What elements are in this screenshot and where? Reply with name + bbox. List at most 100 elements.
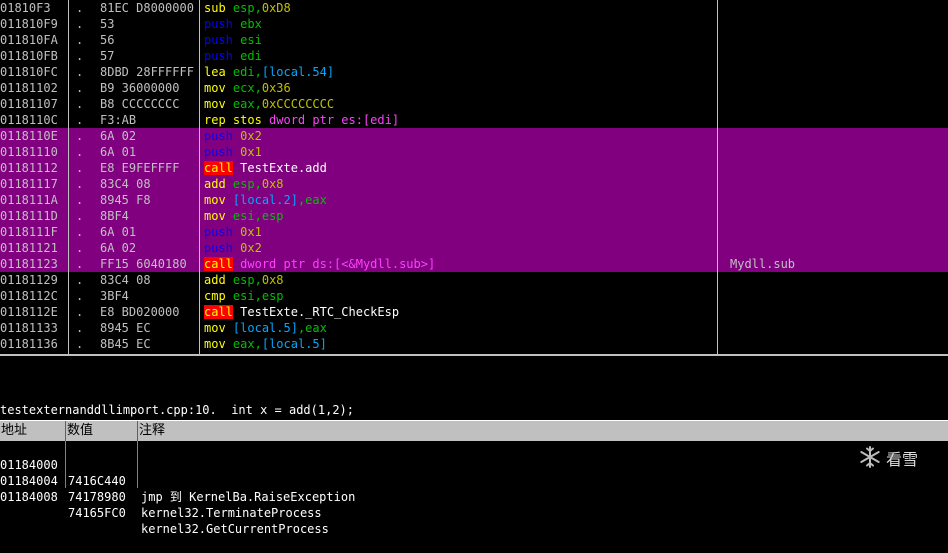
- dump-header-comment[interactable]: 注释: [138, 421, 947, 441]
- instruction-bytes: 56: [100, 33, 115, 47]
- column-divider-comment: [717, 0, 718, 354]
- dump-row[interactable]: 01184008 74165FC0 kernel32.GetCurrentPro…: [0, 473, 329, 536]
- instruction-address: 01810F3: [0, 1, 51, 15]
- disasm-row[interactable]: 011810FB. 57 push edi: [0, 48, 948, 64]
- disasm-row[interactable]: 01181102. B9 36000000 mov ecx,0x36: [0, 80, 948, 96]
- mnemonic: call: [204, 161, 233, 175]
- instruction-address: 01181110: [0, 145, 58, 159]
- dump-header: 地址 数值 注释: [0, 420, 948, 441]
- disasm-row[interactable]: 011810FC. 8DBD 28FFFFFF lea edi,[local.54]: [0, 64, 948, 80]
- mnemonic: sub: [204, 1, 226, 15]
- disassembly-pane[interactable]: 01810F3. 81EC D8000000 sub esp,0xD8 011810F…: [0, 0, 948, 354]
- dump-comment: kernel32.GetCurrentProcess: [141, 522, 329, 536]
- row-marker: .: [76, 337, 84, 351]
- operand: [local.5]: [261, 337, 327, 351]
- instruction-bytes: 6A 02: [100, 241, 137, 255]
- row-marker: .: [76, 241, 84, 255]
- dump-pane[interactable]: 01184000 7416C440 jmp 到 KernelBa.RaiseEx…: [0, 441, 948, 536]
- disasm-row[interactable]: 011810F9. 53 push ebx: [0, 16, 948, 32]
- instruction-bytes: 6A 01: [100, 225, 137, 239]
- operand: 0xCCCCCCCC: [261, 97, 335, 111]
- dump-divider-address: [65, 441, 66, 488]
- operand: TestExte._RTC_CheckEsp: [240, 305, 400, 319]
- instruction-text: push esi: [204, 32, 716, 48]
- mnemonic: push: [204, 241, 233, 255]
- instruction-text: call TestExte.add: [204, 160, 716, 176]
- operand: ,: [254, 1, 262, 15]
- instruction-bytes: 6A 01: [100, 145, 137, 159]
- disasm-row[interactable]: 01181136. 8B45 EC mov eax,[local.5]: [0, 336, 948, 352]
- row-marker: .: [76, 289, 84, 303]
- instruction-bytes: 6A 02: [100, 129, 137, 143]
- instruction-bytes: B8 CCCCCCCC: [100, 97, 180, 111]
- mnemonic: push: [204, 225, 233, 239]
- disasm-row[interactable]: 01181112. E8 E9FEFFFF call TestExte.add: [0, 160, 948, 176]
- disasm-row[interactable]: 011810FA. 56 push esi: [0, 32, 948, 48]
- disasm-row[interactable]: 0118110C. F3:AB rep stos dword ptr es:[edi…: [0, 112, 948, 128]
- row-marker: .: [76, 33, 84, 47]
- disasm-row[interactable]: 01181121. 6A 02 push 0x2: [0, 240, 948, 256]
- operand: ecx: [232, 81, 255, 95]
- mnemonic: mov: [204, 337, 226, 351]
- dump-header-value[interactable]: 数值: [66, 421, 138, 441]
- disasm-row[interactable]: 01181129. 83C4 08 add esp,0x8: [0, 272, 948, 288]
- mnemonic: push: [204, 17, 233, 31]
- dump-row[interactable]: 01184004 74178980 kernel32.TerminateProc…: [0, 457, 322, 520]
- disasm-row[interactable]: 01181107. B8 CCCCCCCC mov eax,0xCCCCCCCC: [0, 96, 948, 112]
- instruction-text: push 0x2: [204, 240, 716, 256]
- row-marker: .: [76, 113, 84, 127]
- row-marker: .: [76, 81, 84, 95]
- mnemonic: call: [204, 305, 233, 319]
- disasm-row[interactable]: 01181133. 8945 EC mov [local.5],eax: [0, 320, 948, 336]
- operand: TestExte.add: [240, 161, 327, 175]
- operand: esi: [232, 209, 255, 223]
- instruction-address: 011810FA: [0, 33, 58, 47]
- operand: esp: [232, 273, 255, 287]
- instruction-address: 0118111A: [0, 193, 58, 207]
- instruction-bytes: 81EC D8000000: [100, 1, 194, 15]
- instruction-text: mov eax,[local.5]: [204, 336, 716, 352]
- dump-row[interactable]: 01184000 7416C440 jmp 到 KernelBa.RaiseEx…: [0, 441, 355, 504]
- disasm-row[interactable]: 0118112C. 3BF4 cmp esi,esp: [0, 288, 948, 304]
- operand: dword ptr ds:[<&Mydll.sub>]: [240, 257, 436, 271]
- operand: ,eax: [297, 193, 327, 207]
- instruction-text: call TestExte._RTC_CheckEsp: [204, 304, 716, 320]
- disasm-row[interactable]: 01181117. 83C4 08 add esp,0x8: [0, 176, 948, 192]
- row-marker: .: [76, 177, 84, 191]
- row-marker: .: [76, 1, 84, 15]
- instruction-address: 011810FB: [0, 49, 58, 63]
- operand: ,: [254, 97, 262, 111]
- dump-value: 74178980: [68, 490, 126, 504]
- instruction-bytes: 8945 EC: [100, 321, 151, 335]
- disasm-row[interactable]: 01181110. 6A 01 push 0x1: [0, 144, 948, 160]
- disasm-row[interactable]: 0118111A. 8945 F8 mov [local.2],eax: [0, 192, 948, 208]
- dump-address: 01184008: [0, 490, 58, 504]
- instruction-bytes: 8DBD 28FFFFFF: [100, 65, 194, 79]
- instruction-bytes: E8 E9FEFFFF: [100, 161, 180, 175]
- dump-divider-value: [137, 441, 138, 488]
- instruction-address: 01181133: [0, 321, 58, 335]
- mnemonic: add: [204, 273, 226, 287]
- column-divider-address: [68, 0, 69, 354]
- operand: esp: [232, 1, 255, 15]
- dump-comment: jmp 到 KernelBa.RaiseException: [141, 490, 356, 504]
- operand: 0x36: [261, 81, 291, 95]
- disasm-row[interactable]: 01810F3. 81EC D8000000 sub esp,0xD8: [0, 0, 948, 16]
- instruction-address: 0118112E: [0, 305, 58, 319]
- instruction-bytes: B9 36000000: [100, 81, 180, 95]
- operand: esp: [232, 177, 255, 191]
- dump-header-address[interactable]: 地址: [0, 421, 66, 441]
- instruction-text: sub esp,0xD8: [204, 0, 716, 16]
- disasm-row[interactable]: 01181123. FF15 6040180 call dword ptr ds:[…: [0, 256, 948, 272]
- disasm-row[interactable]: 0118112E. E8 BD020000 call TestExte._RTC_C…: [0, 304, 948, 320]
- instruction-text: push 0x1: [204, 224, 716, 240]
- row-marker: .: [76, 17, 84, 31]
- operand: ,: [254, 209, 262, 223]
- operand: edi: [232, 65, 255, 79]
- instruction-text: push 0x2: [204, 128, 716, 144]
- operand: ,: [254, 337, 262, 351]
- disasm-row[interactable]: 0118111F. 6A 01 push 0x1: [0, 224, 948, 240]
- operand: 0xD8: [261, 1, 291, 15]
- disasm-row[interactable]: 0118111D. 8BF4 mov esi,esp: [0, 208, 948, 224]
- disasm-row[interactable]: 0118110E. 6A 02 push 0x2: [0, 128, 948, 144]
